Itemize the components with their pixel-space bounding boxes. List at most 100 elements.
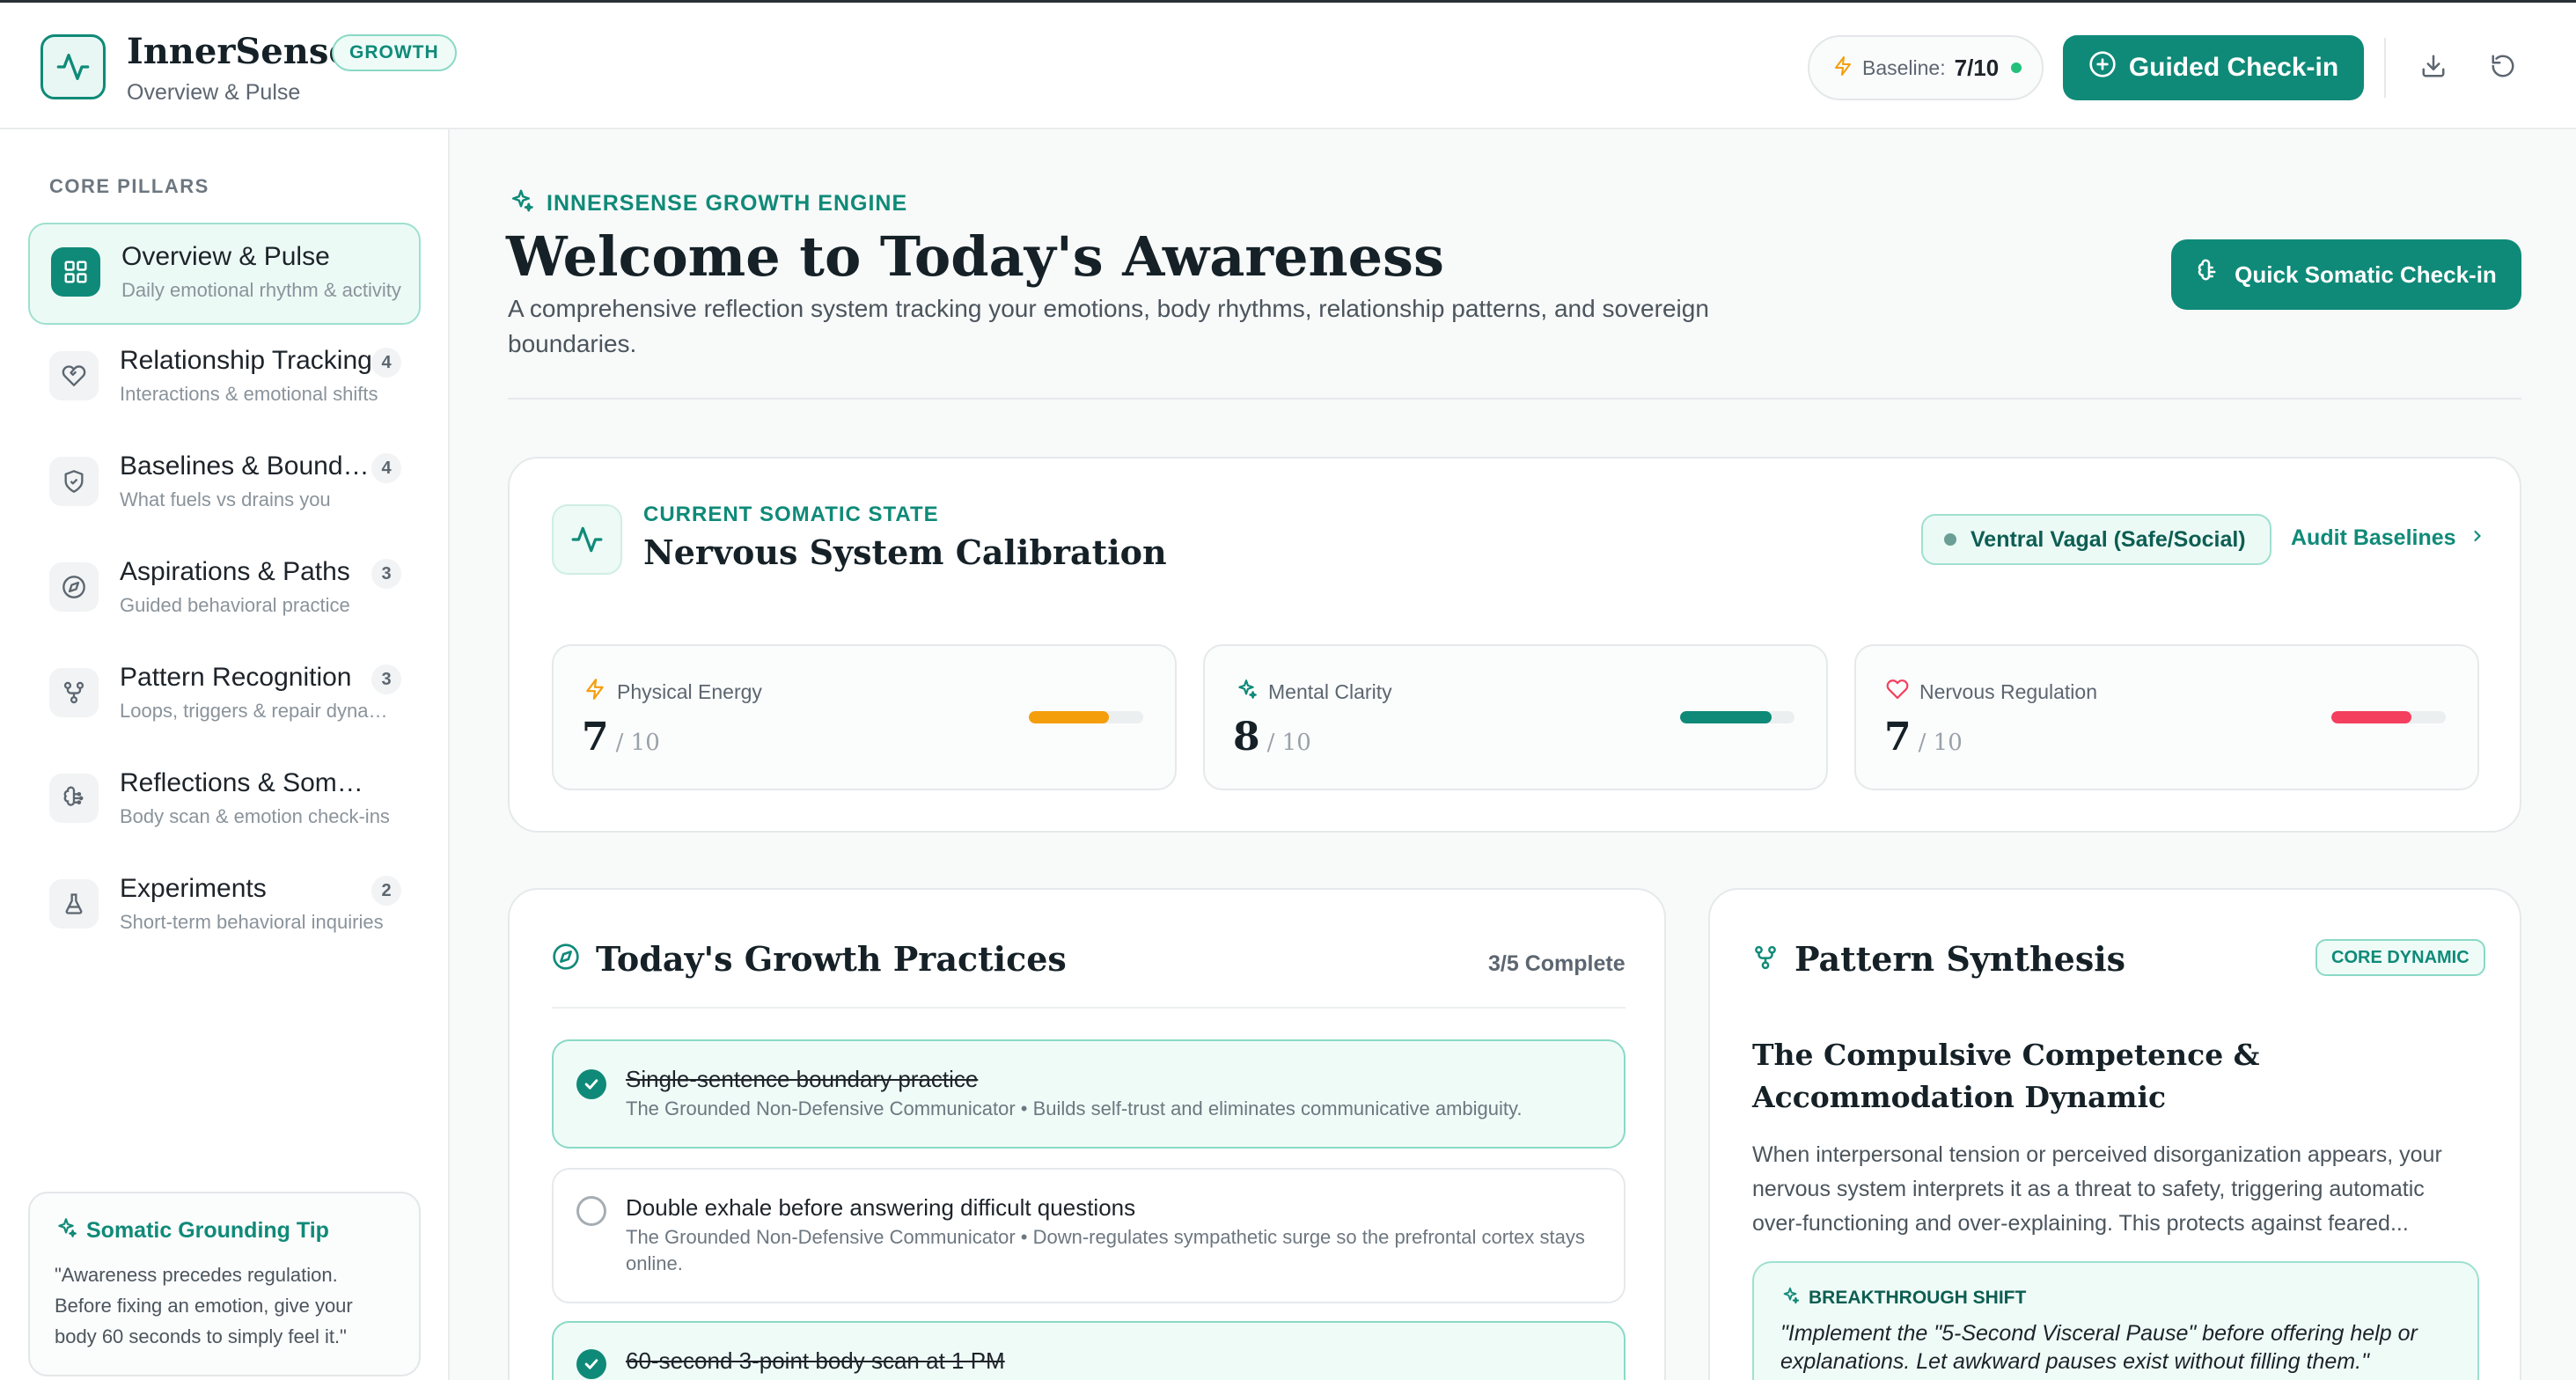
sidebar-item-aspirations[interactable]: Aspirations & Paths Guided behavioral pr… [28,540,421,642]
flask-icon [49,879,99,929]
brand-name: InnerSense [127,31,351,72]
somatic-state-card: CURRENT SOMATIC STATE Nervous System Cal… [508,457,2521,833]
sidebar-item-count: 4 [371,453,401,483]
sidebar-item-desc: Short-term behavioral inquiries [120,911,384,933]
vagal-dot [1944,533,1956,546]
practice-desc: The Grounded Non-Defensive Communicator … [626,1097,1523,1119]
core-dynamic-badge: CORE DYNAMIC [2315,939,2485,976]
breakthrough-shift-box: BREAKTHROUGH SHIFT "Implement the "5-Sec… [1752,1261,2479,1380]
sidebar-item-title: Experiments [120,874,267,903]
grid-icon [51,247,100,297]
metric-label: Nervous Regulation [1886,678,2097,706]
sidebar: CORE PILLARS Overview & Pulse Daily emot… [0,129,450,1380]
heart-handshake-icon [49,351,99,400]
main-divider [508,398,2521,400]
practices-title-text: Today's Growth Practices [596,939,1067,979]
sidebar-item-patterns[interactable]: Pattern Recognition Loops, triggers & re… [28,645,421,747]
vagal-state-text: Ventral Vagal (Safe/Social) [1971,526,2246,552]
metric-physical-energy: Physical Energy 7/ 10 [552,644,1177,790]
sidebar-item-baselines[interactable]: Baselines & Boundaries What fuels vs dra… [28,434,421,536]
activity-icon[interactable] [40,34,106,99]
sidebar-item-relationships[interactable]: Relationship Tracking Interactions & emo… [28,328,421,430]
sidebar-item-title: Aspirations & Paths [120,557,350,586]
main-eyebrow-text: INNERSENSE GROWTH ENGINE [547,191,908,216]
practice-item[interactable]: Single-sentence boundary practice The Gr… [552,1039,1626,1149]
download-icon[interactable] [2416,48,2451,84]
sidebar-item-desc: Loops, triggers & repair dynamics [120,700,401,722]
chevron-right-icon [2469,525,2486,551]
tip-title: Somatic Grounding Tip [55,1216,394,1245]
sidebar-item-overview[interactable]: Overview & Pulse Daily emotional rhythm … [28,223,421,325]
check-circle-icon[interactable] [576,1349,606,1379]
audit-baselines-link[interactable]: Audit Baselines [2291,525,2486,551]
main-eyebrow: INNERSENSE GROWTH ENGINE [508,187,907,220]
sparkles-icon [1235,678,1258,706]
sidebar-item-reflections[interactable]: Reflections & Somatics Body scan & emoti… [28,751,421,853]
page-title: Welcome to Today's Awareness [506,224,1444,289]
refresh-icon[interactable] [2485,48,2521,84]
practice-title: Single-sentence boundary practice [626,1066,979,1092]
check-circle-icon[interactable] [576,1069,606,1099]
metric-max: / 10 [615,730,660,756]
page-description: A comprehensive reflection system tracki… [508,295,1709,357]
synthesis-title-text: Pattern Synthesis [1794,939,2126,979]
metric-progress-track [2331,711,2446,723]
baseline-label: Baseline: [1862,55,1946,79]
sidebar-item-desc: Daily emotional rhythm & activity [121,279,401,301]
metric-label-text: Nervous Regulation [1919,679,2098,703]
practice-item[interactable]: 60-second 3-point body scan at 1 PM [552,1321,1626,1380]
metric-nervous-regulation: Nervous Regulation 7/ 10 [1854,644,2479,790]
sidebar-item-title: Baselines & Boundaries [120,451,375,481]
sidebar-item-count: 4 [371,348,401,378]
main-content: INNERSENSE GROWTH ENGINE Welcome to Toda… [450,129,2576,1380]
sidebar-item-count: 3 [371,559,401,589]
sidebar-item-desc: Guided behavioral practice [120,594,350,616]
sidebar-item-desc: What fuels vs drains you [120,488,331,510]
metric-value: 8/ 10 [1233,715,1311,760]
practice-item[interactable]: Double exhale before answering difficult… [552,1168,1626,1303]
tip-text: "Awareness precedes regulation. Before f… [55,1264,353,1347]
compass-icon [552,939,580,979]
metric-max: / 10 [1918,730,1963,756]
git-fork-icon [49,668,99,717]
audit-baselines-text: Audit Baselines [2291,525,2456,550]
header-subtitle: Overview & Pulse [127,80,301,105]
brain-icon [2196,259,2222,291]
practices-title: Today's Growth Practices [552,939,1067,979]
metric-value-number: 7 [1884,715,1912,760]
baseline-pill[interactable]: Baseline: 7/10 [1808,35,2044,100]
heart-icon [1886,678,1909,706]
sidebar-item-title: Reflections & Somatics [120,768,375,797]
sidebar-item-title: Relationship Tracking [120,346,372,375]
metric-value-number: 8 [1233,715,1260,760]
brain-icon [49,774,99,823]
metric-mental-clarity: Mental Clarity 8/ 10 [1203,644,1828,790]
practice-title: 60-second 3-point body scan at 1 PM [626,1347,1005,1374]
practices-complete-count: 3/5 Complete [1488,951,1626,976]
compass-icon [49,562,99,612]
breakthrough-label: BREAKTHROUGH SHIFT [1780,1286,2451,1310]
empty-circle-icon[interactable] [576,1196,606,1226]
metric-value: 7/ 10 [582,715,660,760]
sidebar-item-desc: Body scan & emotion check-ins [120,805,390,827]
sidebar-heading: CORE PILLARS [49,175,209,197]
sidebar-item-count: 2 [371,876,401,906]
sparkles-icon [1780,1286,1800,1310]
sidebar-item-count: 3 [371,664,401,694]
metric-value-number: 7 [582,715,609,760]
pattern-synthesis-card: Pattern Synthesis CORE DYNAMIC The Compu… [1708,888,2521,1380]
metric-progress-fill [2331,711,2411,723]
quick-somatic-checkin-button[interactable]: Quick Somatic Check-in [2171,239,2521,310]
header-divider [2384,38,2386,98]
state-eyebrow: CURRENT SOMATIC STATE [643,503,939,526]
quick-checkin-label: Quick Somatic Check-in [2235,261,2497,288]
guided-checkin-label: Guided Check-in [2128,53,2339,82]
shield-icon [49,457,99,506]
status-dot [2011,62,2022,73]
sparkles-icon [508,187,534,220]
sidebar-item-experiments[interactable]: Experiments Short-term behavioral inquir… [28,856,421,958]
guided-checkin-button[interactable]: Guided Check-in [2063,35,2364,100]
synthesis-heading: The Compulsive Competence & Accommodatio… [1752,1038,2260,1114]
metric-progress-track [1680,711,1794,723]
sparkles-icon [55,1216,77,1245]
